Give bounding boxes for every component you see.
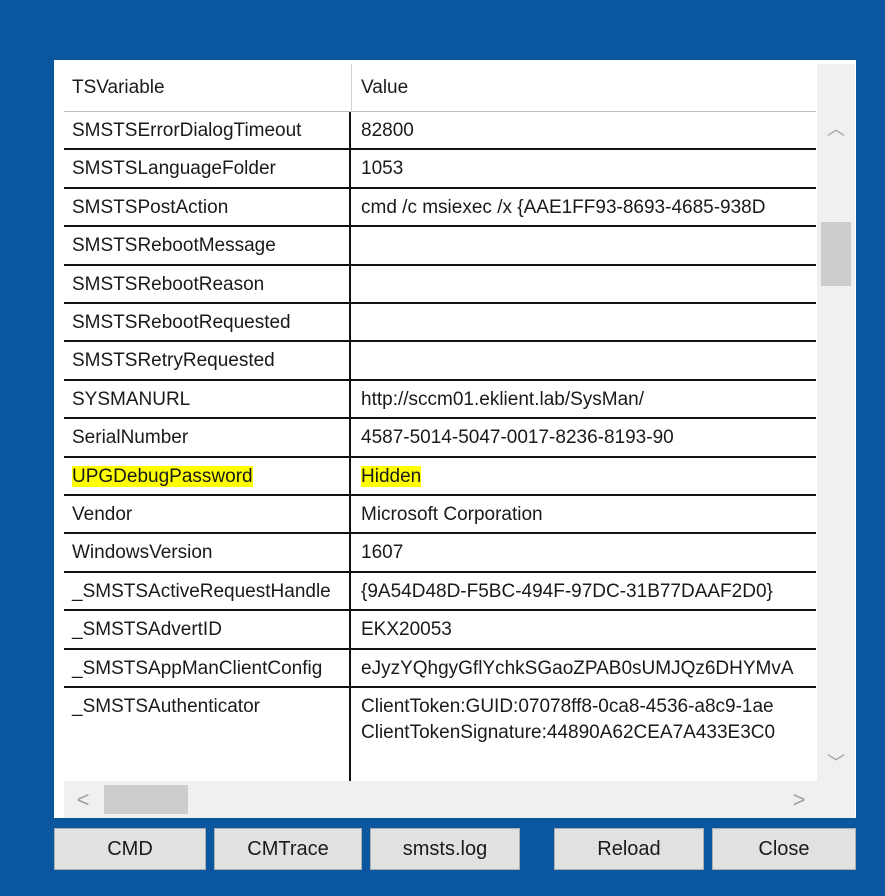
variable-value-cell: eJyzYQhgyGflYchkSGaoZPAB0sUMJQz6DHYMvA bbox=[353, 650, 816, 686]
variable-name-cell: UPGDebugPassword bbox=[64, 457, 351, 494]
variable-name: _SMSTSAdvertID bbox=[72, 619, 222, 641]
variable-name: _SMSTSAppManClientConfig bbox=[72, 657, 323, 679]
variable-name: SerialNumber bbox=[72, 427, 189, 449]
scroll-down-icon[interactable]: ﹀ bbox=[817, 748, 855, 778]
variables-grid[interactable]: TSVariable Value SMSTSErrorDialogTimeout… bbox=[64, 64, 816, 781]
variable-value: ClientToken:GUID:07078ff8-0ca8-4536-a8c9… bbox=[361, 696, 774, 717]
variable-name-cell: _SMSTSAppManClientConfig bbox=[64, 649, 351, 686]
close-button[interactable]: Close bbox=[712, 828, 856, 870]
variable-value-cell bbox=[353, 266, 816, 302]
variable-name: _SMSTSAuthenticator bbox=[72, 696, 260, 717]
table-row[interactable]: SMSTSErrorDialogTimeout 82800 bbox=[64, 112, 816, 151]
variable-name-cell: _SMSTSAuthenticator bbox=[64, 688, 351, 781]
variable-value: Hidden bbox=[361, 465, 422, 487]
variable-name-cell: SMSTSLanguageFolder bbox=[64, 150, 351, 187]
grid-header: TSVariable Value bbox=[64, 64, 816, 112]
variable-value: 1053 bbox=[361, 158, 404, 180]
reload-button[interactable]: Reload bbox=[554, 828, 704, 870]
column-header-tsvariable[interactable]: TSVariable bbox=[64, 64, 352, 112]
variable-value-cell: 1607 bbox=[353, 534, 816, 570]
variable-name-cell: SerialNumber bbox=[64, 419, 351, 456]
table-row[interactable]: Vendor Microsoft Corporation bbox=[64, 496, 816, 535]
column-header-value[interactable]: Value bbox=[353, 64, 816, 112]
variable-name-cell: SMSTSRebootReason bbox=[64, 265, 351, 302]
variable-name: SMSTSRetryRequested bbox=[72, 350, 275, 372]
vertical-scroll-thumb[interactable] bbox=[821, 222, 851, 286]
variable-value-cell: http://sccm01.eklient.lab/SysMan/ bbox=[353, 381, 816, 417]
variable-value-cell: 1053 bbox=[353, 150, 816, 186]
table-row[interactable]: SMSTSRebootRequested bbox=[64, 304, 816, 343]
table-row[interactable]: SYSMANURL http://sccm01.eklient.lab/SysMa… bbox=[64, 380, 816, 420]
variable-name-cell: SMSTSErrorDialogTimeout bbox=[64, 112, 351, 149]
vertical-scrollbar[interactable]: ︿ ﹀ bbox=[817, 64, 855, 781]
variable-value: {9A54D48D-F5BC-494F-97DC-31B77DAAF2D0} bbox=[361, 580, 773, 602]
table-row[interactable]: UPGDebugPassword Hidden bbox=[64, 457, 816, 496]
scroll-up-icon[interactable]: ︿ bbox=[817, 114, 855, 144]
table-row[interactable]: SMSTSLanguageFolder 1053 bbox=[64, 150, 816, 189]
scroll-left-icon[interactable]: < bbox=[64, 781, 102, 818]
variable-name: SYSMANURL bbox=[72, 388, 191, 410]
variable-value: eJyzYQhgyGflYchkSGaoZPAB0sUMJQz6DHYMvA bbox=[361, 657, 794, 679]
variable-value: http://sccm01.eklient.lab/SysMan/ bbox=[361, 388, 645, 410]
variable-name-cell: SMSTSRebootRequested bbox=[64, 304, 351, 341]
variable-name: SMSTSRebootReason bbox=[72, 273, 265, 295]
variable-value-cell: Hidden bbox=[353, 458, 816, 494]
variable-name: SMSTSLanguageFolder bbox=[72, 158, 276, 180]
variable-value-cell bbox=[353, 342, 816, 378]
horizontal-scrollbar[interactable]: < > bbox=[64, 781, 855, 818]
variable-value: Microsoft Corporation bbox=[361, 504, 543, 525]
variable-value-cell: EKX20053 bbox=[353, 611, 816, 647]
variable-value-cell: Microsoft Corporation bbox=[353, 496, 816, 532]
variable-value-cell bbox=[353, 304, 816, 340]
variable-name: _SMSTSActiveRequestHandle bbox=[72, 580, 331, 602]
variable-value: 1607 bbox=[361, 542, 404, 564]
variable-name-cell: SMSTSRetryRequested bbox=[64, 342, 351, 379]
cmd-button[interactable]: CMD bbox=[54, 828, 206, 870]
variable-value-line2: ClientTokenSignature:44890A62CEA7A433E3C… bbox=[361, 722, 776, 743]
variable-value: 4587-5014-5047-0017-8236-8193-90 bbox=[361, 427, 674, 449]
variable-name-cell: _SMSTSActiveRequestHandle bbox=[64, 572, 351, 610]
variable-name-cell: WindowsVersion bbox=[64, 534, 351, 571]
table-row[interactable]: _SMSTSAppManClientConfig eJyzYQhgyGflYchk… bbox=[64, 649, 816, 688]
variable-name-cell: SYSMANURL bbox=[64, 380, 351, 418]
variable-value-cell: 4587-5014-5047-0017-8236-8193-90 bbox=[353, 419, 816, 455]
variable-name: UPGDebugPassword bbox=[72, 465, 253, 487]
variable-value: EKX20053 bbox=[361, 619, 452, 641]
cmtrace-button[interactable]: CMTrace bbox=[214, 828, 362, 870]
variable-value-cell: {9A54D48D-F5BC-494F-97DC-31B77DAAF2D0} bbox=[353, 573, 816, 609]
variable-value-cell: ClientToken:GUID:07078ff8-0ca8-4536-a8c9… bbox=[353, 688, 816, 781]
variable-value-cell: 82800 bbox=[353, 112, 816, 148]
variable-name: SMSTSRebootRequested bbox=[72, 312, 291, 333]
horizontal-scroll-thumb[interactable] bbox=[104, 785, 188, 814]
variable-name: Vendor bbox=[72, 504, 133, 525]
table-row[interactable]: _SMSTSAuthenticator ClientToken:GUID:0707… bbox=[64, 688, 816, 781]
table-row[interactable]: SMSTSRetryRequested bbox=[64, 342, 816, 381]
smsts-log-button[interactable]: smsts.log bbox=[370, 828, 520, 870]
table-row[interactable]: WindowsVersion 1607 bbox=[64, 534, 816, 573]
variable-name: SMSTSErrorDialogTimeout bbox=[72, 120, 302, 141]
table-row[interactable]: SMSTSRebootMessage bbox=[64, 227, 816, 266]
variable-value-cell: cmd /c msiexec /x {AAE1FF93-8693-4685-93… bbox=[353, 189, 816, 225]
variable-name: WindowsVersion bbox=[72, 542, 213, 564]
variable-value: cmd /c msiexec /x {AAE1FF93-8693-4685-93… bbox=[361, 196, 766, 218]
variable-value: 82800 bbox=[361, 120, 414, 141]
variable-name: SMSTSPostAction bbox=[72, 196, 229, 218]
table-row[interactable]: SMSTSPostAction cmd /c msiexec /x {AAE1FF… bbox=[64, 188, 816, 228]
variable-name: SMSTSRebootMessage bbox=[72, 235, 276, 257]
scroll-right-icon[interactable]: > bbox=[780, 781, 818, 818]
variable-value-cell bbox=[353, 227, 816, 263]
table-row[interactable]: _SMSTSAdvertID EKX20053 bbox=[64, 611, 816, 650]
table-row[interactable]: SMSTSRebootReason bbox=[64, 265, 816, 304]
table-row[interactable]: _SMSTSActiveRequestHandle {9A54D48D-F5BC-… bbox=[64, 572, 816, 612]
table-row[interactable]: SerialNumber 4587-5014-5047-0017-8236-819… bbox=[64, 419, 816, 458]
variable-name-cell: Vendor bbox=[64, 496, 351, 533]
variable-name-cell: SMSTSRebootMessage bbox=[64, 227, 351, 264]
variable-name-cell: SMSTSPostAction bbox=[64, 188, 351, 226]
variable-name-cell: _SMSTSAdvertID bbox=[64, 611, 351, 648]
